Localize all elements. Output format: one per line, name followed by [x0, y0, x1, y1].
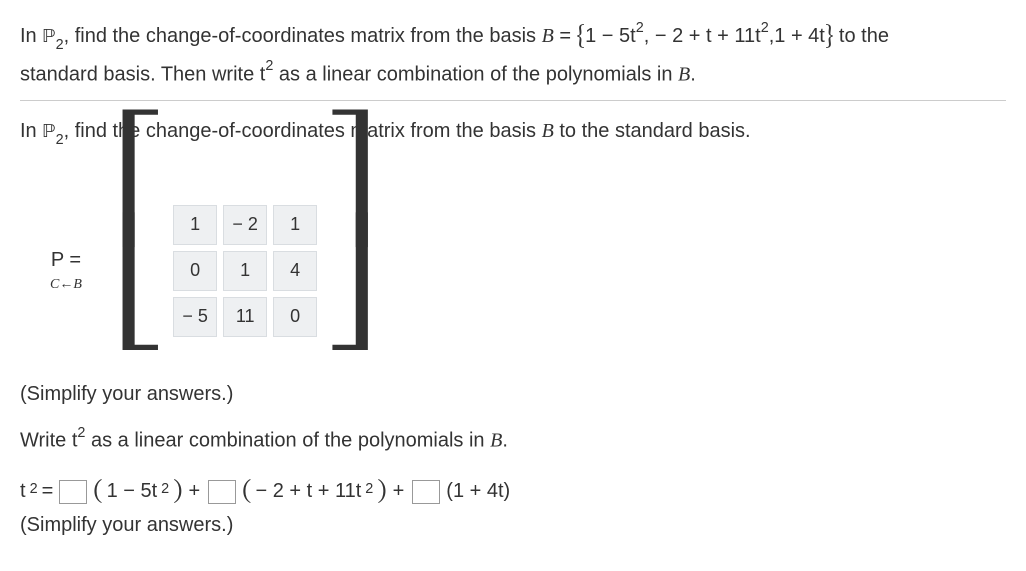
problem-statement: In ℙ2, find the change-of-coordinates ma…	[20, 16, 1006, 90]
lhs-eq: =	[64, 249, 81, 271]
matrix-grid: 1 − 2 1 0 1 4 − 5 11 0	[171, 199, 319, 343]
poly-mid: , − 2 + t + 11t	[644, 25, 761, 47]
squared: 2	[761, 20, 769, 36]
poly1-a: 1 − 5t	[585, 25, 636, 47]
basis-b: B	[490, 430, 502, 452]
squared: 2	[365, 481, 373, 497]
linear-combination-equation: t2 = (1 − 5t2) + ( − 2 + t + 11t2) + (1 …	[20, 475, 1006, 508]
matrix-cell[interactable]: 1	[223, 251, 267, 291]
poly-end: ,1 + 4t	[769, 25, 825, 47]
basis-b: B	[678, 63, 690, 85]
lhs-p: P	[51, 249, 64, 271]
text: .	[502, 430, 508, 452]
simplify-hint-2: (Simplify your answers.)	[20, 514, 1006, 537]
plus: +	[188, 480, 200, 503]
matrix-cell[interactable]: − 5	[173, 297, 217, 337]
matrix-lhs: P = C←B	[44, 248, 88, 294]
text: .	[690, 63, 696, 85]
text: In	[20, 120, 42, 142]
matrix-cell[interactable]: − 2	[223, 205, 267, 245]
plus: +	[393, 480, 405, 503]
squared: 2	[77, 425, 85, 441]
brace-close: }	[825, 24, 834, 50]
matrix-cell[interactable]: 4	[273, 251, 317, 291]
text: In	[20, 25, 42, 47]
text: to the	[833, 25, 889, 47]
basis-b: B	[542, 120, 554, 142]
text: Write t	[20, 430, 77, 452]
brace-open: {	[577, 24, 586, 50]
p-symbol: ℙ	[42, 122, 55, 142]
lhs-sub: C←B	[50, 277, 82, 292]
subquestion-2: Write t2 as a linear combination of the …	[20, 424, 1006, 457]
poly1: 1 − 5t	[107, 480, 158, 503]
text: as a linear combination of the polynomia…	[273, 63, 678, 85]
text: , find the change-of-coordinates matrix …	[64, 120, 542, 142]
text: to the standard basis.	[554, 120, 751, 142]
p-symbol: ℙ	[42, 27, 55, 47]
text: standard basis. Then write t	[20, 63, 265, 85]
sub-2: 2	[56, 132, 64, 148]
matrix-cell[interactable]: 0	[173, 251, 217, 291]
poly2: − 2 + t + 11t	[255, 480, 361, 503]
coef-3-input[interactable]	[412, 480, 440, 504]
basis-b: B	[542, 25, 554, 47]
matrix-cell[interactable]: 1	[173, 205, 217, 245]
divider	[20, 100, 1006, 101]
bracket-right-icon: ⎤⎦	[319, 168, 382, 373]
poly3: (1 + 4t)	[446, 480, 510, 503]
matrix-equation: P = C←B ⎡⎣ 1 − 2 1 0 1 4 − 5 11 0 ⎤⎦	[44, 168, 1006, 373]
matrix-cell[interactable]: 0	[273, 297, 317, 337]
text: =	[554, 25, 577, 47]
squared: 2	[30, 481, 38, 497]
squared: 2	[636, 20, 644, 36]
squared: 2	[265, 58, 273, 74]
sub-2: 2	[56, 37, 64, 53]
text: as a linear combination of the polynomia…	[85, 430, 490, 452]
paren-open: (	[93, 476, 102, 509]
matrix-cell[interactable]: 11	[223, 297, 267, 337]
eq: =	[42, 480, 54, 503]
coef-2-input[interactable]	[208, 480, 236, 504]
coef-1-input[interactable]	[59, 480, 87, 504]
t: t	[20, 480, 26, 503]
simplify-hint: (Simplify your answers.)	[20, 383, 1006, 406]
text: , find the change-of-coordinates matrix …	[64, 25, 542, 47]
paren-close: )	[377, 476, 386, 509]
squared: 2	[161, 481, 169, 497]
paren-close: )	[173, 476, 182, 509]
subquestion-1: In ℙ2, find the change-of-coordinates ma…	[20, 115, 1006, 150]
paren-open: (	[242, 476, 251, 509]
bracket-left-icon: ⎡⎣	[108, 168, 171, 373]
matrix-cell[interactable]: 1	[273, 205, 317, 245]
